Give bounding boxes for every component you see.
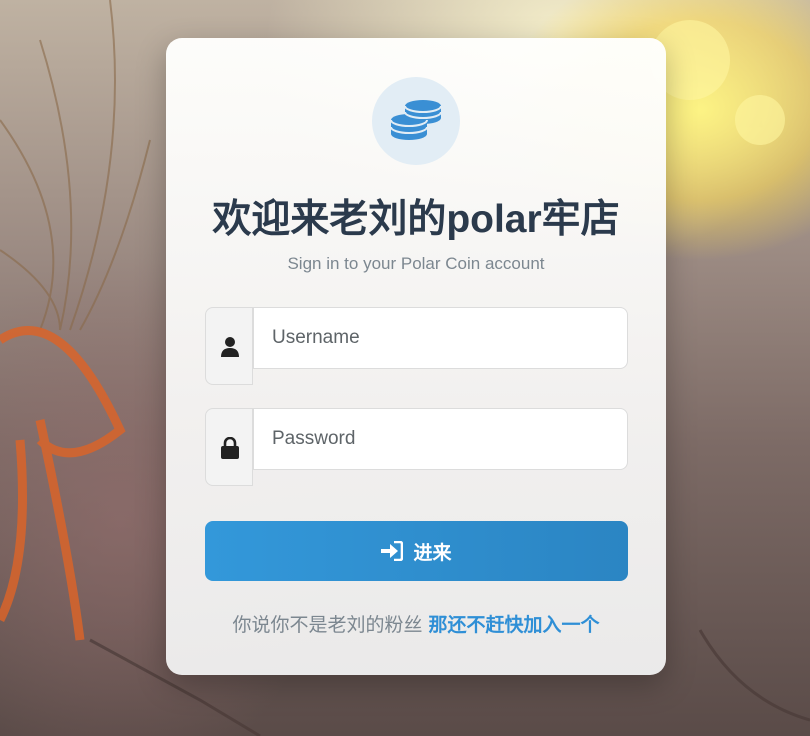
username-addon xyxy=(205,307,253,385)
lock-icon xyxy=(221,437,239,459)
signup-prompt: 你说你不是老刘的粉丝 那还不赶快加入一个 xyxy=(166,610,666,637)
page-subtitle: Sign in to your Polar Coin account xyxy=(287,254,545,273)
password-addon xyxy=(205,408,253,486)
coins-icon xyxy=(390,100,442,140)
page-title: 欢迎来老刘的polar牢店 xyxy=(212,198,620,241)
user-icon xyxy=(221,337,239,357)
password-field-group xyxy=(205,408,628,488)
login-button[interactable]: 进来 xyxy=(205,521,628,581)
login-card: 欢迎来老刘的polar牢店 Sign in to your Polar Coin… xyxy=(166,38,666,675)
username-input[interactable] xyxy=(253,307,628,369)
signup-link[interactable]: 那还不赶快加入一个 xyxy=(429,615,600,636)
sign-in-icon xyxy=(381,541,404,561)
login-button-label: 进来 xyxy=(413,542,452,564)
logo-badge xyxy=(372,77,460,165)
username-field-group xyxy=(205,307,628,387)
signup-prompt-text: 你说你不是老刘的粉丝 xyxy=(232,615,423,636)
password-input[interactable] xyxy=(253,408,628,470)
